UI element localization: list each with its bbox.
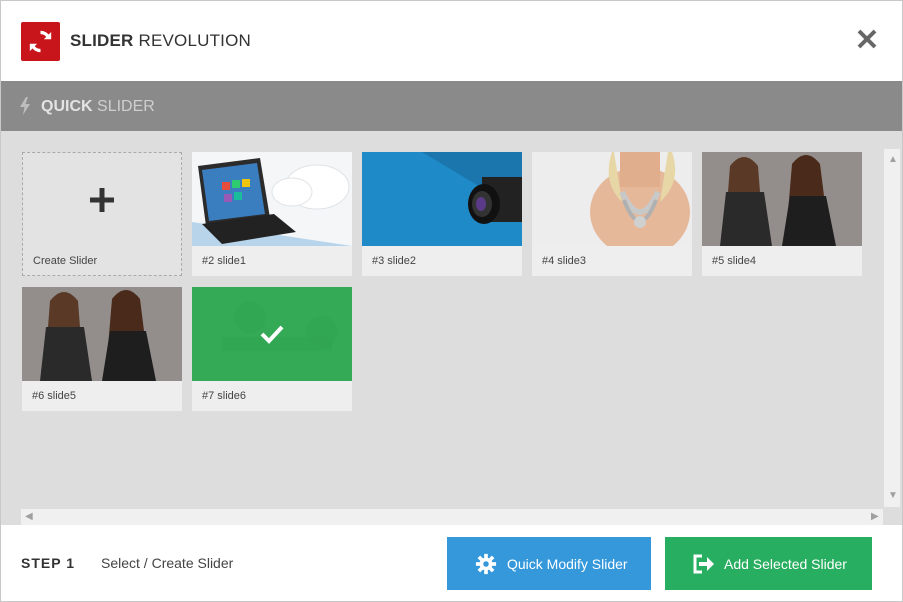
slider-card[interactable]: #3 slide2 bbox=[362, 152, 522, 276]
scroll-right-icon[interactable]: ▶ bbox=[871, 512, 879, 522]
vertical-scrollbar[interactable]: ▲ ▼ bbox=[884, 149, 900, 507]
slider-card[interactable]: #2 slide1 bbox=[192, 152, 352, 276]
sign-in-icon bbox=[693, 554, 714, 574]
slider-label: #5 slide4 bbox=[712, 255, 757, 267]
title-bold: SLIDER bbox=[70, 31, 134, 50]
subtitle-bold: QUICK bbox=[41, 98, 93, 115]
slider-label: #3 slide2 bbox=[372, 255, 417, 267]
close-icon bbox=[857, 29, 877, 49]
modal-header: SLIDER REVOLUTION bbox=[1, 1, 902, 81]
add-selected-slider-button[interactable]: Add Selected Slider bbox=[665, 537, 872, 590]
title-light: REVOLUTION bbox=[138, 31, 252, 50]
quick-slider-bar: QUICK SLIDER bbox=[1, 81, 902, 131]
slider-card[interactable]: #4 slide3 bbox=[532, 152, 692, 276]
slider-card-selected[interactable]: #7 slide6 bbox=[192, 287, 352, 411]
add-selected-slider-label: Add Selected Slider bbox=[724, 556, 847, 572]
scroll-up-icon[interactable]: ▲ bbox=[888, 155, 898, 165]
slider-card[interactable]: #5 slide4 bbox=[702, 152, 862, 276]
create-slider-card[interactable]: Create Slider bbox=[22, 152, 182, 276]
slider-label: #7 slide6 bbox=[202, 390, 247, 402]
slider-thumbnail-tablet bbox=[192, 152, 352, 246]
quick-slider-modal: SLIDER REVOLUTION QUICK SLIDER Create Sl… bbox=[0, 0, 903, 602]
step-number: STEP 1 bbox=[21, 555, 75, 571]
scroll-down-icon[interactable]: ▼ bbox=[888, 491, 898, 501]
slider-card[interactable]: #6 slide5 bbox=[22, 287, 182, 411]
slider-label: #6 slide5 bbox=[32, 390, 77, 402]
quick-slider-title: QUICK SLIDER bbox=[41, 98, 155, 116]
create-slider-label: Create Slider bbox=[33, 255, 98, 267]
slider-revolution-logo bbox=[21, 22, 60, 61]
scroll-left-icon[interactable]: ◀ bbox=[25, 512, 33, 522]
modal-title: SLIDER REVOLUTION bbox=[70, 31, 251, 51]
slider-thumbnail-selected bbox=[192, 287, 352, 381]
bolt-icon bbox=[20, 97, 30, 115]
slider-label: #2 slide1 bbox=[202, 255, 247, 267]
slider-grid: Create Slider #2 slide1 #3 slide2 #4 sli… bbox=[1, 131, 902, 525]
gear-icon bbox=[475, 553, 497, 575]
horizontal-scrollbar[interactable]: ◀ ▶ bbox=[21, 509, 883, 525]
quick-modify-slider-button[interactable]: Quick Modify Slider bbox=[447, 537, 651, 590]
slider-thumbnail-fashion bbox=[702, 152, 862, 246]
slider-label: #4 slide3 bbox=[542, 255, 587, 267]
refresh-icon bbox=[29, 30, 52, 53]
plus-icon bbox=[90, 188, 114, 212]
subtitle-light: SLIDER bbox=[97, 98, 155, 115]
slider-thumbnail-camera bbox=[362, 152, 522, 246]
modal-footer: STEP 1 Select / Create Slider Quick Modi… bbox=[1, 525, 902, 601]
step-description: Select / Create Slider bbox=[101, 555, 234, 571]
slider-thumbnail-fashion bbox=[22, 287, 182, 381]
quick-modify-slider-label: Quick Modify Slider bbox=[507, 556, 628, 572]
close-button[interactable] bbox=[854, 26, 880, 52]
slider-thumbnail-necklace bbox=[532, 152, 692, 246]
